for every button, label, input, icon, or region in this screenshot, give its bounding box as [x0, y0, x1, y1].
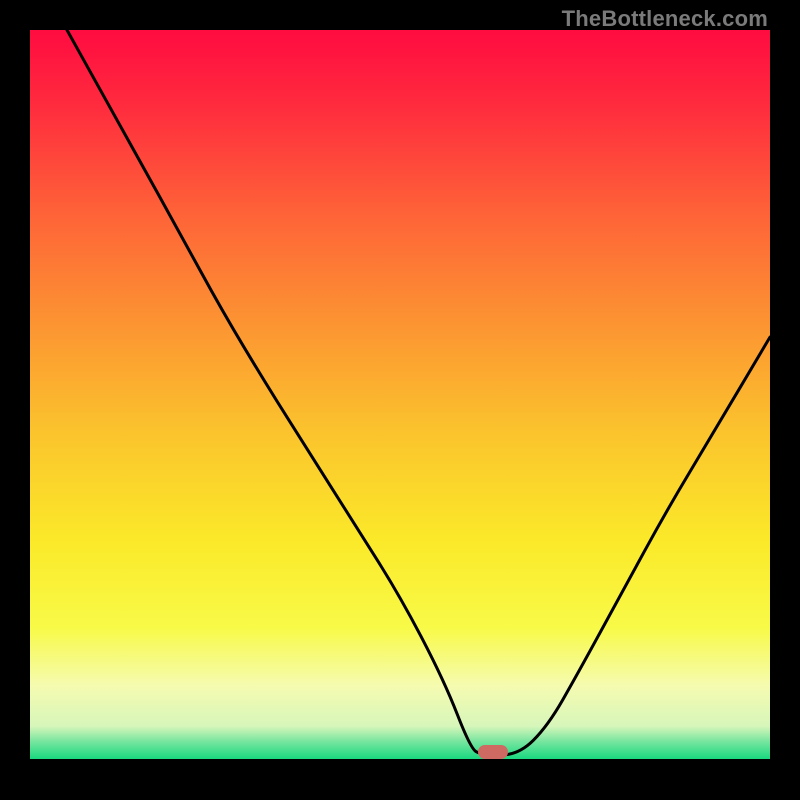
- attribution-text: TheBottleneck.com: [562, 6, 768, 32]
- curve-path: [67, 30, 770, 755]
- bottleneck-curve: [30, 30, 770, 770]
- plot-area: [30, 30, 770, 770]
- optimum-marker: [478, 745, 508, 759]
- chart-frame: TheBottleneck.com: [0, 0, 800, 800]
